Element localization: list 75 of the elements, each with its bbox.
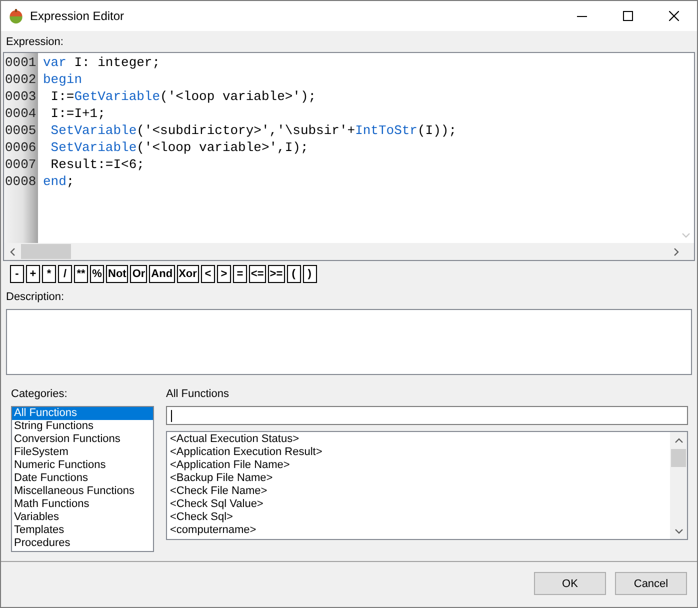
- categories-label: Categories:: [11, 387, 68, 401]
- line-number: 0001: [5, 54, 36, 71]
- operator-button[interactable]: Not: [106, 265, 128, 283]
- function-item[interactable]: <Check Sql>: [168, 511, 670, 524]
- operator-button[interactable]: (: [286, 265, 301, 283]
- code-editor[interactable]: [3, 52, 695, 261]
- operator-button[interactable]: <=: [248, 265, 266, 283]
- functions-label: All Functions: [166, 387, 229, 401]
- operator-button[interactable]: >: [216, 265, 231, 283]
- code-line: I:=I+1;: [50, 105, 106, 122]
- category-item[interactable]: Numeric Functions: [12, 459, 153, 472]
- horizontal-scrollbar[interactable]: [4, 243, 694, 260]
- code-line: Result:=I<6;: [50, 156, 144, 173]
- category-item[interactable]: Math Functions: [12, 498, 153, 511]
- line-number: 0002: [5, 71, 36, 88]
- category-item[interactable]: FileSystem: [12, 446, 153, 459]
- function-item[interactable]: <Actual Execution Status>: [168, 433, 670, 446]
- dialog-button[interactable]: Cancel: [615, 572, 687, 595]
- line-number: 0008: [5, 173, 36, 190]
- operator-button[interactable]: /: [58, 265, 72, 283]
- category-item[interactable]: Procedures: [12, 537, 153, 550]
- description-field[interactable]: [6, 309, 692, 375]
- code-line: SetVariable('<loop variable>',I);: [50, 139, 308, 156]
- vertical-scrollbar[interactable]: [670, 432, 687, 539]
- scrollbar-thumb[interactable]: [671, 449, 686, 467]
- operator-button[interactable]: **: [74, 265, 88, 283]
- category-item[interactable]: All Functions: [12, 407, 153, 420]
- expression-label: Expression:: [6, 35, 64, 49]
- chevron-down-icon[interactable]: [674, 529, 682, 534]
- operator-button[interactable]: %: [90, 265, 104, 283]
- line-number: 0006: [5, 139, 36, 156]
- window-title: Expression Editor: [30, 9, 124, 23]
- code-line: SetVariable('<subdirictory>','\subsir'+IntToStr(I));: [50, 122, 456, 139]
- code-line: I:=GetVariable('<loop variable>');: [50, 88, 316, 105]
- code-line: begin: [43, 71, 82, 88]
- line-number: 0004: [5, 105, 36, 122]
- category-item[interactable]: Conversion Functions: [12, 433, 153, 446]
- close-icon: [669, 11, 679, 21]
- operator-button[interactable]: <: [200, 265, 215, 283]
- app-icon: [8, 8, 24, 24]
- function-item[interactable]: <Check Sql Value>: [168, 498, 670, 511]
- operator-button[interactable]: Or: [130, 265, 148, 283]
- operator-button[interactable]: =: [232, 265, 247, 283]
- function-item[interactable]: <Application File Name>: [168, 459, 670, 472]
- line-number: 0003: [5, 88, 36, 105]
- function-item[interactable]: <Check File Name>: [168, 485, 670, 498]
- dialog-button[interactable]: OK: [534, 572, 606, 595]
- function-item[interactable]: <computername>: [168, 524, 670, 537]
- line-number: 0005: [5, 122, 36, 139]
- category-item[interactable]: Date Functions: [12, 472, 153, 485]
- chevron-up-icon[interactable]: [674, 438, 682, 443]
- operator-button[interactable]: ): [302, 265, 317, 283]
- code-line: var I: integer;: [43, 54, 160, 71]
- scrollbar-thumb[interactable]: [21, 244, 71, 259]
- code-line: end;: [43, 173, 74, 190]
- operator-button[interactable]: +: [26, 265, 40, 283]
- functions-list[interactable]: <Actual Execution Status> <Application Execution Result> <Application File Name> <Backup File Name> <Check File Name> <Check Sql Value> <Check Sql> <computername>: [166, 431, 688, 540]
- operator-button[interactable]: *: [42, 265, 56, 283]
- categories-list[interactable]: All Functions String Functions Conversion Functions FileSystem Numeric Functions Date Functions Miscellaneous Functions Math Functions Variables Templates Procedures: [11, 406, 154, 552]
- operator-button[interactable]: And: [149, 265, 175, 283]
- category-item[interactable]: Templates: [12, 524, 153, 537]
- search-field[interactable]: [166, 406, 688, 425]
- chevron-right-icon[interactable]: [674, 248, 679, 256]
- maximize-icon: [623, 11, 633, 21]
- category-item[interactable]: Miscellaneous Functions: [12, 485, 153, 498]
- operator-button[interactable]: -: [10, 265, 24, 283]
- chevron-left-icon[interactable]: [10, 248, 15, 256]
- category-item[interactable]: Variables: [12, 511, 153, 524]
- function-item[interactable]: <Application Execution Result>: [168, 446, 670, 459]
- description-label: Description:: [6, 290, 64, 304]
- line-number: 0007: [5, 156, 36, 173]
- function-item[interactable]: <Backup File Name>: [168, 472, 670, 485]
- operator-button[interactable]: Xor: [176, 265, 199, 283]
- category-item[interactable]: String Functions: [12, 420, 153, 433]
- operator-button[interactable]: >=: [268, 265, 285, 283]
